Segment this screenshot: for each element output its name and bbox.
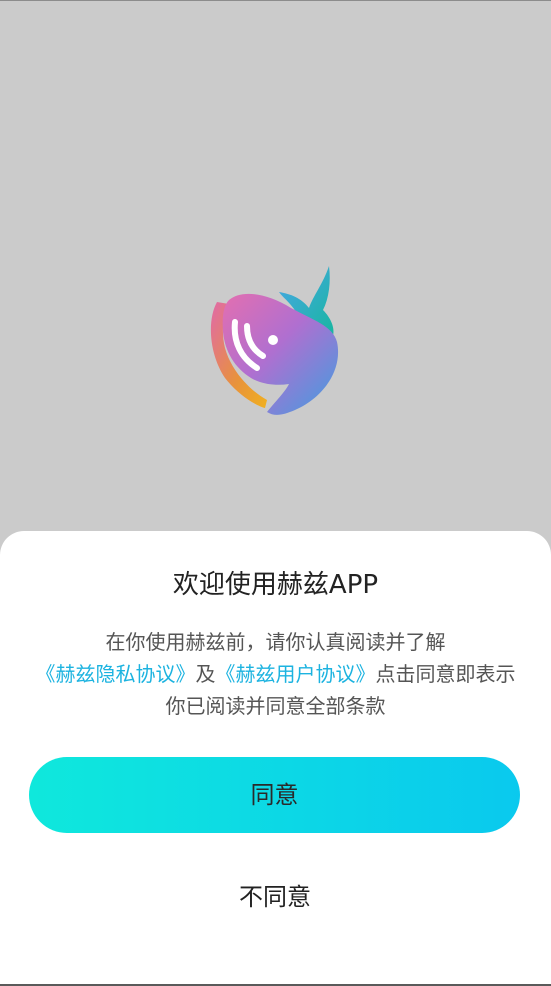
privacy-policy-link[interactable]: 《赫兹隐私协议》 bbox=[36, 662, 196, 686]
disagree-button[interactable]: 不同意 bbox=[175, 872, 375, 922]
whale-logo-icon bbox=[210, 266, 339, 415]
app-screen: 欢迎使用赫兹APP 在你使用赫兹前，请你认真阅读并了解《赫兹隐私协议》及《赫兹用… bbox=[0, 0, 551, 986]
agree-button[interactable]: 同意 bbox=[29, 757, 520, 833]
desc-prefix: 在你使用赫兹前，请你认真阅读并了解 bbox=[105, 630, 446, 654]
dialog-description: 在你使用赫兹前，请你认真阅读并了解《赫兹隐私协议》及《赫兹用户协议》点击同意即表… bbox=[30, 626, 521, 722]
dialog-title: 欢迎使用赫兹APP bbox=[172, 570, 379, 600]
top-divider bbox=[0, 0, 551, 1]
desc-and: 及 bbox=[195, 662, 216, 686]
user-agreement-link[interactable]: 《赫兹用户协议》 bbox=[216, 662, 376, 686]
